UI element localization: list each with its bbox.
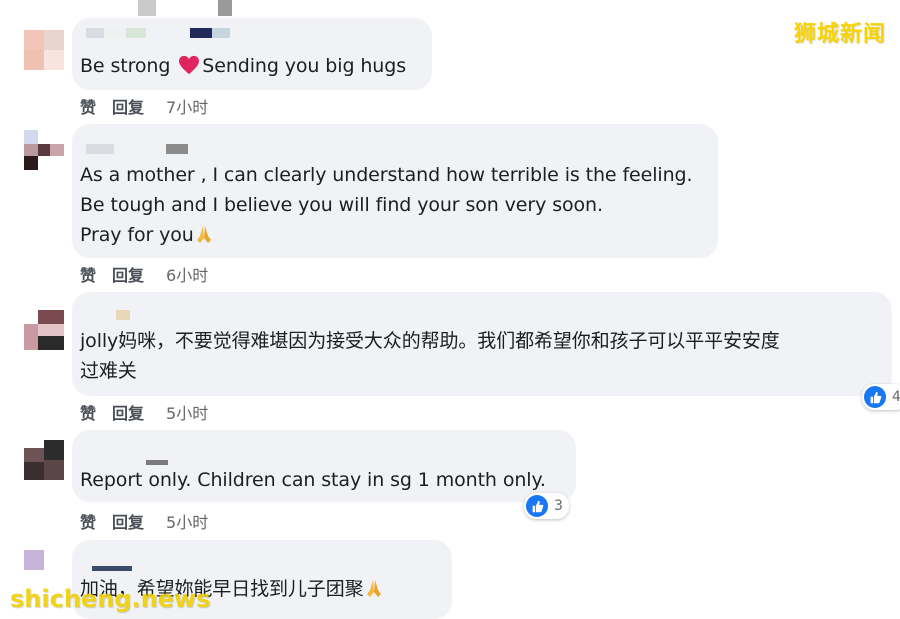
- timestamp[interactable]: 7小时: [166, 94, 208, 118]
- thumbs-up-icon: [526, 495, 548, 517]
- like-button[interactable]: 赞: [80, 94, 96, 118]
- avatar[interactable]: [24, 130, 64, 170]
- reaction-count: 4: [892, 389, 900, 405]
- comment-actions: 赞 回复 5小时: [80, 509, 208, 533]
- comment-text: Report only. Children can stay in sg 1 m…: [80, 469, 546, 491]
- reaction-summary[interactable]: 4: [862, 384, 900, 410]
- comment-actions: 赞 回复 7小时: [80, 94, 208, 118]
- heart-emoji-icon: [179, 55, 200, 75]
- comment-text: jolly妈咪，不要觉得难堪因为接受大众的帮助。我们都希望你和孩子可以平平安安度…: [80, 330, 780, 382]
- commenter-name[interactable]: [86, 28, 230, 38]
- comment-bubble: Report only. Children can stay in sg 1 m…: [72, 430, 576, 502]
- blurred-fragment: [138, 0, 156, 16]
- folded-hands-emoji-icon: [196, 226, 211, 243]
- reply-button[interactable]: 回复: [112, 94, 144, 118]
- comment-bubble: As a mother , I can clearly understand h…: [72, 124, 718, 258]
- comment-bubble: jolly妈咪，不要觉得难堪因为接受大众的帮助。我们都希望你和孩子可以平平安安度…: [72, 292, 892, 396]
- reaction-summary[interactable]: 3: [524, 493, 569, 519]
- like-button[interactable]: 赞: [80, 509, 96, 533]
- comment-text: As a mother , I can clearly understand h…: [80, 164, 693, 246]
- reply-button[interactable]: 回复: [112, 400, 144, 424]
- avatar[interactable]: [24, 440, 64, 480]
- blurred-fragment: [218, 0, 232, 16]
- comment-actions: 赞 回复 5小时: [80, 400, 208, 424]
- comment-bubble: Be strong Sending you big hugs: [72, 18, 432, 90]
- timestamp[interactable]: 5小时: [166, 400, 208, 424]
- watermark-logo: 狮城新闻: [793, 22, 886, 47]
- comment-text: Be strong Sending you big hugs: [80, 55, 406, 77]
- like-button[interactable]: 赞: [80, 400, 96, 424]
- like-button[interactable]: 赞: [80, 262, 96, 286]
- avatar[interactable]: [24, 310, 64, 350]
- avatar[interactable]: [24, 30, 64, 70]
- reaction-count: 3: [554, 498, 563, 514]
- watermark-url: shicheng.news: [10, 585, 211, 613]
- thumbs-up-icon: [864, 386, 886, 408]
- avatar[interactable]: [24, 550, 64, 576]
- comment-actions: 赞 回复 6小时: [80, 262, 208, 286]
- timestamp[interactable]: 5小时: [166, 509, 208, 533]
- timestamp[interactable]: 6小时: [166, 262, 208, 286]
- reply-button[interactable]: 回复: [112, 509, 144, 533]
- reply-button[interactable]: 回复: [112, 262, 144, 286]
- commenter-name[interactable]: [86, 144, 188, 154]
- folded-hands-emoji-icon: [366, 580, 381, 597]
- commenter-name[interactable]: [86, 310, 144, 320]
